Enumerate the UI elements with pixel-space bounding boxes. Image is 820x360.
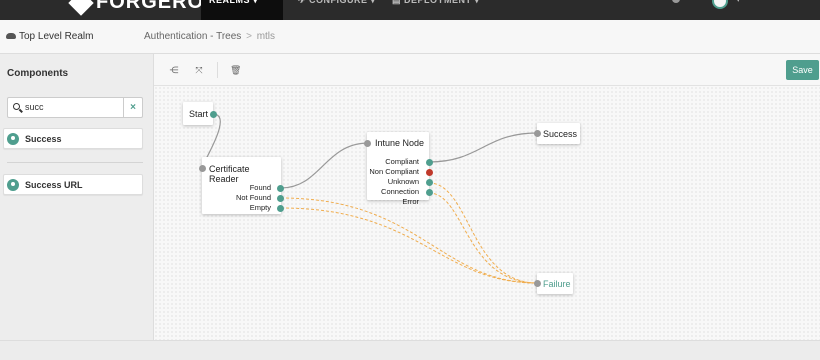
node-title: Success xyxy=(543,129,578,139)
output-port-connection-error[interactable] xyxy=(426,189,433,196)
breadcrumb: Authentication - Trees > mtls xyxy=(144,31,275,42)
output-port-unknown[interactable] xyxy=(426,179,433,186)
component-success[interactable]: Success xyxy=(3,128,143,149)
output-port-not-found[interactable] xyxy=(277,195,284,202)
user-icon xyxy=(7,133,19,145)
breadcrumb-parent[interactable]: Authentication - Trees xyxy=(144,31,241,42)
node-intune[interactable]: Intune Node Compliant Non Compliant Unkn… xyxy=(364,132,433,206)
node-start[interactable]: Start xyxy=(183,102,217,125)
footer xyxy=(0,340,820,360)
outcome-compliant: Compliant xyxy=(385,157,419,166)
outcome-connection-error: Connection Error xyxy=(381,187,419,206)
tab-realms[interactable]: REALMS ▾ xyxy=(201,0,283,20)
cloud-icon xyxy=(6,33,16,40)
input-port[interactable] xyxy=(534,130,541,137)
component-label: Success xyxy=(25,134,62,144)
node-failure[interactable]: Failure xyxy=(534,273,573,294)
breadcrumb-current: mtls xyxy=(256,31,276,42)
node-certificate-reader[interactable]: Certificate Reader Found Not Found Empty xyxy=(199,157,284,214)
outcome-unknown: Unknown xyxy=(387,177,419,186)
fullscreen-icon[interactable]: ⤧ xyxy=(194,65,204,75)
node-title: Certificate Reader xyxy=(209,164,250,184)
breadcrumb-separator: > xyxy=(246,31,252,42)
node-title: Intune Node xyxy=(375,138,425,148)
divider xyxy=(7,162,143,163)
tab-deployment[interactable]: ▤ DEPLOYMENT ▾ xyxy=(384,0,488,20)
header-bar: Top Level Realm Authentication - Trees >… xyxy=(0,20,820,54)
avatar[interactable] xyxy=(712,0,728,9)
toolbar-divider xyxy=(217,62,218,78)
layout-icon[interactable]: ⋲ xyxy=(169,65,179,75)
clear-search-button[interactable]: × xyxy=(123,98,142,117)
node-success[interactable]: Success xyxy=(534,123,580,144)
search-value[interactable]: succ xyxy=(25,102,44,112)
help-icon[interactable] xyxy=(672,0,680,3)
outcome-list: Compliant Non Compliant Unknown Connecti… xyxy=(367,157,429,206)
node-title: Start xyxy=(189,109,209,119)
output-port-found[interactable] xyxy=(277,185,284,192)
tab-configure[interactable]: ✈ CONFIGURE ▾ xyxy=(290,0,384,20)
search-input[interactable]: succ × xyxy=(7,97,143,118)
outcome-list: Found Not Found Empty xyxy=(202,183,281,213)
user-menu-caret[interactable]: ▾ xyxy=(736,0,741,5)
user-icon xyxy=(7,179,19,191)
node-title: Failure xyxy=(543,279,571,289)
component-label: Success URL xyxy=(25,180,83,190)
outcome-found: Found xyxy=(249,183,271,192)
top-nav: FORGEROCK REALMS ▾ ✈ CONFIGURE ▾ ▤ DEPLO… xyxy=(0,0,820,20)
save-button[interactable]: Save xyxy=(786,60,819,80)
outcome-empty: Empty xyxy=(249,203,271,212)
forgerock-logo-icon xyxy=(68,0,94,16)
outcome-not-found: Not Found xyxy=(235,193,271,202)
realm-selector[interactable]: Top Level Realm xyxy=(6,31,93,42)
output-port[interactable] xyxy=(210,111,217,118)
output-port-non-compliant[interactable] xyxy=(426,169,433,176)
sidebar-title: Components xyxy=(7,68,69,79)
components-sidebar: Components succ × Success Success URL xyxy=(0,54,154,340)
output-port-empty[interactable] xyxy=(277,205,284,212)
delete-icon[interactable]: 🗑 xyxy=(230,65,241,75)
search-icon xyxy=(13,103,20,110)
input-port[interactable] xyxy=(534,280,541,287)
output-port-compliant[interactable] xyxy=(426,159,433,166)
input-port[interactable] xyxy=(364,140,371,147)
outcome-non-compliant: Non Compliant xyxy=(369,167,419,176)
component-success-url[interactable]: Success URL xyxy=(3,174,143,195)
input-port[interactable] xyxy=(199,165,206,172)
canvas-toolbar: ⋲ ⤧ 🗑 Save xyxy=(154,54,820,86)
